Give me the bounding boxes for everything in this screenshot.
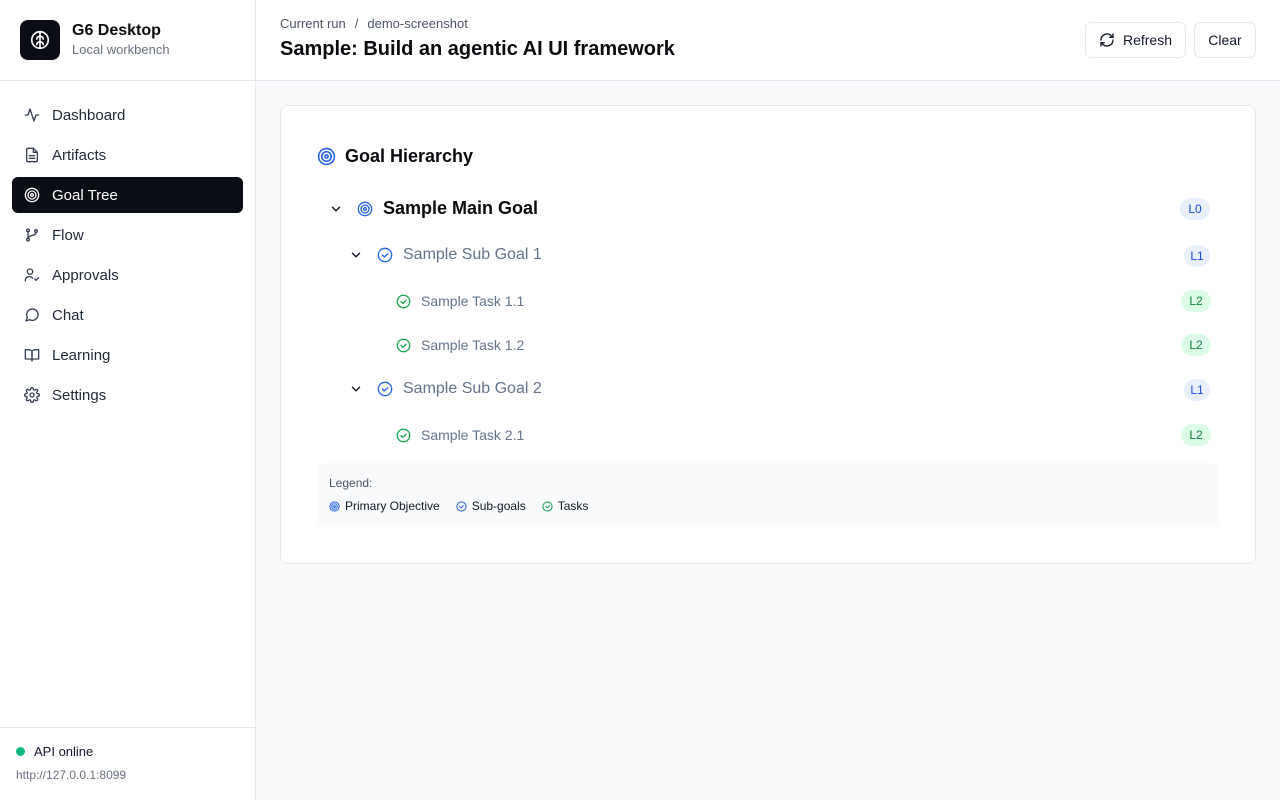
tree-node-main-goal[interactable]: Sample Main Goal xyxy=(329,198,538,219)
circle-check-icon xyxy=(396,338,411,352)
message-circle-icon xyxy=(25,308,39,322)
api-url: http://127.0.0.1:8099 xyxy=(16,768,127,782)
activity-icon xyxy=(24,108,40,122)
legend-item-primary: Primary Objective xyxy=(329,499,440,513)
clear-button[interactable]: Clear xyxy=(1194,22,1256,58)
chevron-down-icon[interactable] xyxy=(329,202,343,216)
circle-check-icon xyxy=(377,381,393,397)
legend-label: Sub-goals xyxy=(471,499,526,513)
legend: Legend: Primary Objective Sub-goals Task… xyxy=(317,463,1219,527)
target-icon xyxy=(24,187,40,203)
level-badge: L0 xyxy=(1180,198,1210,220)
legend-label: Tasks xyxy=(557,499,589,513)
level-badge: L2 xyxy=(1181,424,1211,446)
user-check-icon xyxy=(24,268,40,282)
chevron-down-icon[interactable] xyxy=(349,248,363,262)
sidebar-item-label: Settings xyxy=(52,386,107,404)
circle-check-icon xyxy=(396,294,411,308)
tree-node-task-1-1[interactable]: Sample Task 1.1 xyxy=(396,293,524,309)
breadcrumb-separator: / xyxy=(354,16,359,31)
legend-title: Legend: xyxy=(329,476,373,490)
breadcrumb-current-run[interactable]: Current run xyxy=(280,16,346,31)
tree-node-label: Sample Main Goal xyxy=(383,198,539,218)
file-text-icon xyxy=(26,147,38,163)
target-icon xyxy=(317,147,336,166)
tree-node-label: Sample Task 1.2 xyxy=(421,337,525,353)
level-badge: L1 xyxy=(1184,245,1210,267)
tree-node-task-2-1[interactable]: Sample Task 2.1 xyxy=(396,427,524,443)
app-subtitle: Local workbench xyxy=(72,42,170,57)
tree-node-label: Sample Task 2.1 xyxy=(421,427,525,443)
legend-item-tasks: Tasks xyxy=(542,499,589,513)
circle-check-icon xyxy=(396,428,411,442)
sidebar-item-learning[interactable]: Learning xyxy=(12,337,243,373)
brain-logo-icon xyxy=(20,20,60,60)
refresh-icon xyxy=(1100,33,1114,47)
tree-node-sub-goal-1[interactable]: Sample Sub Goal 1 xyxy=(349,246,542,264)
gear-icon xyxy=(24,387,40,403)
legend-item-subgoals: Sub-goals xyxy=(456,499,526,513)
sidebar-item-goal-tree[interactable]: Goal Tree xyxy=(12,177,243,213)
tree-node-sub-goal-2[interactable]: Sample Sub Goal 2 xyxy=(349,380,542,398)
legend-items: Primary Objective Sub-goals Tasks xyxy=(329,499,1207,513)
sidebar-footer: API online http://127.0.0.1:8099 xyxy=(0,727,255,800)
sidebar-item-label: Chat xyxy=(52,306,84,324)
tree-node-task-1-2[interactable]: Sample Task 1.2 xyxy=(396,337,524,353)
sidebar-nav: Dashboard Artifacts Goal Tree Flow Appro… xyxy=(0,81,255,433)
card-title-label: Goal Hierarchy xyxy=(345,146,474,166)
sidebar: G6 Desktop Local workbench Dashboard Art… xyxy=(0,0,256,800)
target-icon xyxy=(329,500,340,512)
page-title: Sample: Build an agentic AI UI framework xyxy=(280,38,675,60)
sidebar-item-flow[interactable]: Flow xyxy=(12,217,243,253)
breadcrumb-run-id: demo-screenshot xyxy=(367,16,468,31)
sidebar-item-label: Learning xyxy=(52,346,111,364)
tree-node-label: Sample Sub Goal 2 xyxy=(403,380,542,397)
sidebar-item-label: Artifacts xyxy=(52,146,107,164)
level-badge: L2 xyxy=(1181,290,1211,312)
sidebar-item-label: Dashboard xyxy=(52,106,126,124)
level-badge: L2 xyxy=(1181,334,1211,356)
sidebar-item-dashboard[interactable]: Dashboard xyxy=(12,97,243,133)
tree-node-label: Sample Sub Goal 1 xyxy=(403,246,542,263)
goal-hierarchy-card: Goal Hierarchy Sample Main Goal L0 Sampl… xyxy=(280,105,1256,564)
card-title: Goal Hierarchy xyxy=(317,146,473,167)
sidebar-item-label: Approvals xyxy=(52,266,119,284)
app-title: G6 Desktop xyxy=(72,22,161,39)
brand: G6 Desktop Local workbench xyxy=(0,0,255,81)
breadcrumb: Current run / demo-screenshot xyxy=(280,16,468,31)
api-status-label: API online xyxy=(34,744,94,759)
clear-button-label: Clear xyxy=(1208,32,1242,48)
level-badge: L1 xyxy=(1184,379,1210,401)
sidebar-item-label: Flow xyxy=(52,226,84,244)
page-header: Current run / demo-screenshot Sample: Bu… xyxy=(256,0,1280,81)
git-branch-icon xyxy=(26,228,38,242)
book-open-icon xyxy=(24,349,40,362)
refresh-button-label: Refresh xyxy=(1122,32,1173,48)
legend-label: Primary Objective xyxy=(345,499,440,513)
sidebar-item-settings[interactable]: Settings xyxy=(12,377,243,413)
target-icon xyxy=(357,201,373,216)
sidebar-item-label: Goal Tree xyxy=(52,186,118,204)
sidebar-item-approvals[interactable]: Approvals xyxy=(12,257,243,293)
tree-node-label: Sample Task 1.1 xyxy=(421,293,525,309)
sidebar-item-chat[interactable]: Chat xyxy=(12,297,243,333)
sidebar-item-artifacts[interactable]: Artifacts xyxy=(12,137,243,173)
status-dot-icon xyxy=(16,747,25,756)
circle-check-icon xyxy=(542,500,553,512)
chevron-down-icon[interactable] xyxy=(349,382,363,396)
circle-check-icon xyxy=(377,247,393,263)
refresh-button[interactable]: Refresh xyxy=(1085,22,1186,58)
api-status: API online xyxy=(16,744,239,759)
circle-check-icon xyxy=(456,500,467,512)
